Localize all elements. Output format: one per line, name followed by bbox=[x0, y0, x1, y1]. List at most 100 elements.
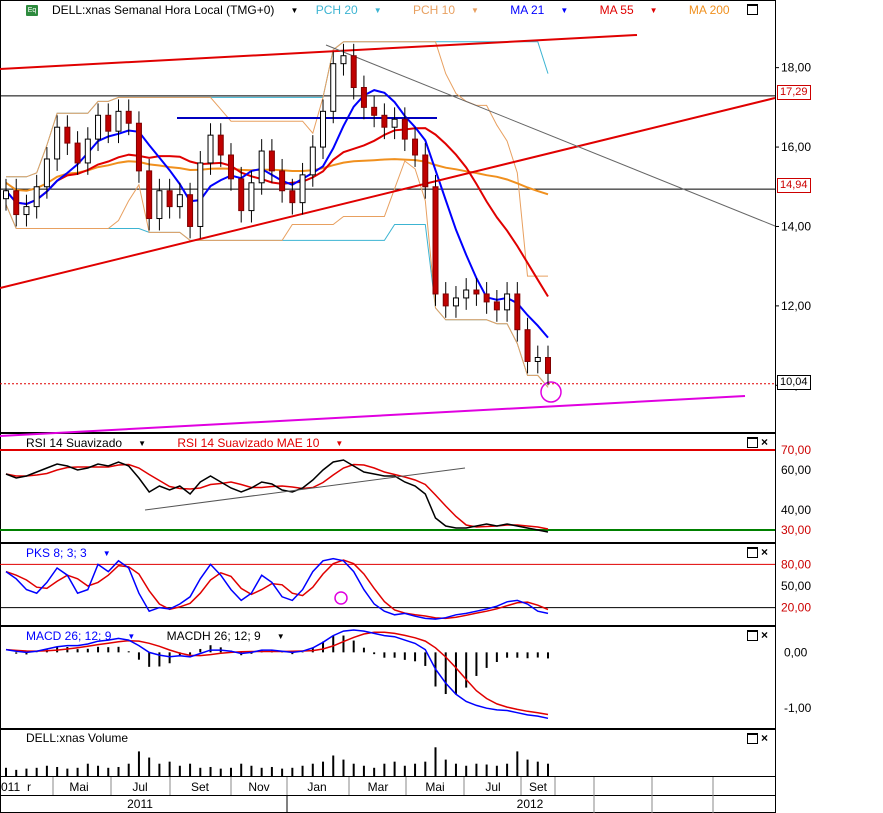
close-icon[interactable]: × bbox=[761, 546, 768, 558]
pks-panel bbox=[0, 557, 775, 620]
macd-legend: MACD 26; 12; 9 ▼ MACDH 26; 12; 9 ▼ bbox=[26, 629, 313, 643]
indicator-pch10[interactable]: PCH 10 ▼ bbox=[413, 3, 493, 17]
candle-body bbox=[64, 126, 71, 144]
indicator-ma21[interactable]: MA 21 ▼ bbox=[510, 3, 582, 17]
dropdown-icon[interactable]: ▼ bbox=[650, 6, 658, 15]
dropdown-icon[interactable]: ▼ bbox=[127, 632, 135, 641]
candle bbox=[422, 143, 429, 199]
rsi-tick-label: 30,00 bbox=[781, 523, 811, 537]
dropdown-icon[interactable]: ▼ bbox=[560, 6, 568, 15]
candle-body bbox=[320, 110, 327, 148]
candle bbox=[524, 317, 531, 374]
candle bbox=[514, 282, 521, 342]
candle-body bbox=[340, 55, 347, 65]
price-tag-upper: 17,29 bbox=[777, 85, 811, 100]
price-tick-label: 14,00 bbox=[781, 219, 811, 233]
dropdown-icon[interactable]: ▼ bbox=[138, 439, 146, 448]
price-panel bbox=[0, 34, 776, 437]
pks-tick-label: 20,00 bbox=[781, 601, 811, 615]
candle-body bbox=[381, 114, 388, 128]
candle-body bbox=[473, 289, 480, 295]
pks-highlight-circle bbox=[334, 591, 348, 605]
candle bbox=[504, 282, 511, 322]
candle-body bbox=[146, 170, 153, 220]
candle bbox=[432, 174, 439, 306]
indicator-pch20[interactable]: PCH 20 ▼ bbox=[316, 3, 396, 17]
candle bbox=[340, 43, 347, 76]
month-label: Nov bbox=[248, 780, 269, 794]
close-icon[interactable]: × bbox=[761, 629, 768, 641]
indicator-ma55[interactable]: MA 55 ▼ bbox=[600, 3, 672, 17]
candle bbox=[258, 139, 265, 195]
maximize-icon[interactable] bbox=[747, 4, 758, 15]
close-icon[interactable]: × bbox=[761, 732, 768, 744]
indicator-macdh[interactable]: MACDH 26; 12; 9 ▼ bbox=[167, 629, 299, 643]
candle bbox=[483, 282, 490, 314]
rsi-legend: RSI 14 Suavizado ▼ RSI 14 Suavizado MAE 1… bbox=[26, 436, 371, 450]
chart-canvas: 18,0016,0014,0012,0010,0070,0060,0040,00… bbox=[0, 0, 812, 813]
close-icon[interactable]: × bbox=[761, 436, 768, 448]
dropdown-icon[interactable]: ▼ bbox=[277, 632, 285, 641]
candle-body bbox=[176, 194, 183, 208]
candle bbox=[217, 123, 224, 167]
candle-body bbox=[156, 190, 163, 220]
candle-body bbox=[442, 293, 449, 307]
candle-body bbox=[493, 301, 500, 311]
candle bbox=[227, 143, 234, 191]
candle-body bbox=[330, 63, 337, 112]
candle bbox=[330, 51, 337, 124]
eq-icon[interactable]: Eq bbox=[26, 5, 38, 17]
candle-body bbox=[23, 206, 30, 216]
indicator-volume[interactable]: DELL:xnas Volume bbox=[26, 731, 128, 745]
price-tag-current: 10,04 bbox=[777, 375, 811, 390]
price-tick-label: 12,00 bbox=[781, 299, 811, 313]
candle bbox=[146, 158, 153, 231]
rsi-panel bbox=[0, 449, 775, 533]
candle-body bbox=[105, 114, 112, 132]
candle bbox=[279, 158, 286, 203]
candle-body bbox=[534, 357, 541, 362]
candle-body bbox=[166, 190, 173, 208]
dropdown-icon[interactable]: ▼ bbox=[103, 549, 111, 558]
dropdown-icon[interactable]: ▼ bbox=[335, 439, 343, 448]
indicator-pks[interactable]: PKS 8; 3; 3 ▼ bbox=[26, 546, 125, 560]
title-dropdown-icon[interactable]: ▼ bbox=[290, 6, 298, 15]
maximize-icon[interactable] bbox=[747, 630, 758, 641]
month-label: Mai bbox=[69, 780, 88, 794]
candle-body bbox=[207, 134, 214, 164]
candle-body bbox=[217, 134, 224, 156]
pks-tick-label: 80,00 bbox=[781, 557, 811, 571]
maximize-icon[interactable] bbox=[747, 733, 758, 744]
rsi-tick-label: 70,00 bbox=[781, 443, 811, 457]
month-label: r bbox=[27, 780, 31, 794]
magenta-trendline bbox=[0, 395, 746, 437]
indicator-rsi-mae[interactable]: RSI 14 Suavizado MAE 10 ▼ bbox=[177, 436, 357, 450]
candle bbox=[33, 174, 40, 219]
year-label: 2012 bbox=[517, 797, 544, 811]
indicator-rsi[interactable]: RSI 14 Suavizado ▼ bbox=[26, 436, 160, 450]
candle-body bbox=[452, 297, 459, 307]
maximize-icon[interactable] bbox=[747, 547, 758, 558]
price-legend: Eq DELL:xnas Semanal Hora Local (TMG+0) ▼ … bbox=[26, 3, 782, 17]
candle bbox=[320, 99, 327, 159]
macd-tick-label: 0,00 bbox=[784, 645, 808, 659]
candle bbox=[238, 166, 245, 223]
candle-body bbox=[74, 142, 81, 164]
candle bbox=[493, 290, 500, 322]
candle-body bbox=[463, 289, 470, 299]
candle bbox=[23, 194, 30, 227]
candle-body bbox=[54, 126, 61, 160]
dropdown-icon[interactable]: ▼ bbox=[471, 6, 479, 15]
indicator-macd[interactable]: MACD 26; 12; 9 ▼ bbox=[26, 629, 149, 643]
maximize-icon[interactable] bbox=[747, 437, 758, 448]
month-label: Jan bbox=[307, 780, 326, 794]
candle bbox=[463, 278, 470, 310]
year-label: 2011 bbox=[127, 797, 153, 811]
candle bbox=[74, 131, 81, 175]
price-title: DELL:xnas Semanal Hora Local (TMG+0) bbox=[52, 3, 275, 17]
dropdown-icon[interactable]: ▼ bbox=[374, 6, 382, 15]
candle bbox=[391, 107, 398, 140]
candle bbox=[350, 43, 357, 100]
candle bbox=[187, 182, 194, 239]
candle-body bbox=[268, 150, 275, 172]
